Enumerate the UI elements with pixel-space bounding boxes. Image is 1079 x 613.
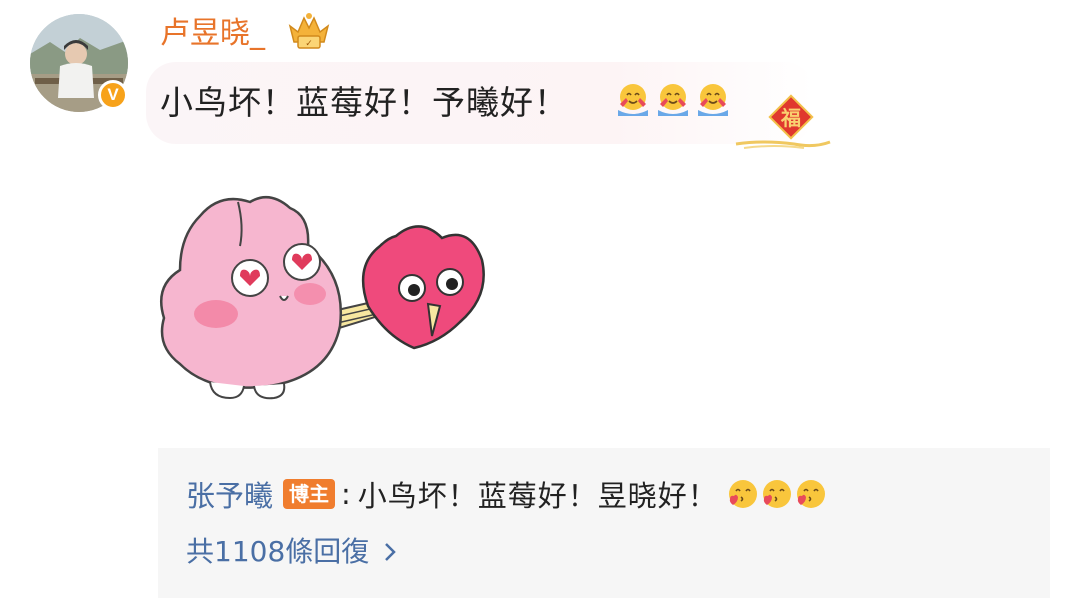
hug-emoji-icon xyxy=(658,84,688,116)
crown-icon: ✓ xyxy=(288,13,330,49)
sticker-image[interactable] xyxy=(150,186,500,416)
chevron-right-icon xyxy=(385,543,397,561)
fu-character: 福 xyxy=(780,106,801,130)
post-text: 小鸟坏！蓝莓好！予曦好！ xyxy=(160,83,568,122)
hug-emoji-icon xyxy=(618,84,648,116)
reply-separator: : xyxy=(341,477,352,511)
svg-text:✓: ✓ xyxy=(305,39,313,49)
view-replies-link[interactable]: 共1108條回復 xyxy=(186,532,397,572)
reply-text: 小鸟坏！蓝莓好！昱晓好！ xyxy=(357,479,718,513)
avatar[interactable]: V xyxy=(30,14,128,112)
hug-emoji-icon xyxy=(698,84,728,116)
kiss-emoji-icon xyxy=(796,480,825,508)
verified-badge: V xyxy=(98,80,128,110)
post-emoji-group xyxy=(614,80,732,118)
kiss-emoji-icon xyxy=(762,480,791,508)
fu-decoration-icon: 福 xyxy=(735,94,831,149)
reply-box xyxy=(158,448,1050,598)
reply-line: 张予曦 博主 : 小鸟坏！蓝莓好！昱晓好！ xyxy=(186,474,828,514)
kiss-emoji-icon xyxy=(728,480,757,508)
username[interactable]: 卢昱晓_ xyxy=(160,14,265,54)
reply-count-label: 共1108條回復 xyxy=(186,535,370,568)
host-badge: 博主 xyxy=(283,479,336,509)
reply-author-name[interactable]: 张予曦 xyxy=(186,473,273,515)
reply-emoji-group xyxy=(726,477,828,511)
